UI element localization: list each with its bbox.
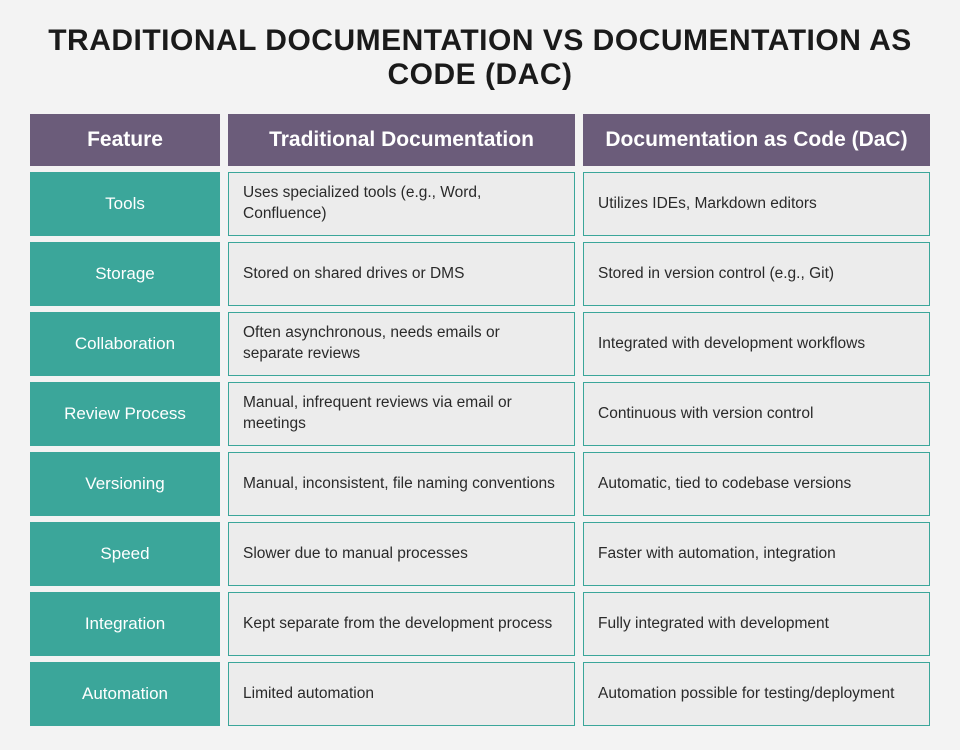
traditional-cell: Stored on shared drives or DMS xyxy=(228,242,575,306)
traditional-cell: Often asynchronous, needs emails or sepa… xyxy=(228,312,575,376)
dac-cell: Automation possible for testing/deployme… xyxy=(583,662,930,726)
feature-label: Automation xyxy=(30,662,220,726)
dac-cell: Automatic, tied to codebase versions xyxy=(583,452,930,516)
page-title: TRADITIONAL DOCUMENTATION VS DOCUMENTATI… xyxy=(30,24,930,92)
dac-cell: Stored in version control (e.g., Git) xyxy=(583,242,930,306)
feature-label: Storage xyxy=(30,242,220,306)
traditional-cell: Slower due to manual processes xyxy=(228,522,575,586)
dac-cell: Fully integrated with development xyxy=(583,592,930,656)
traditional-cell: Uses specialized tools (e.g., Word, Conf… xyxy=(228,172,575,236)
feature-label: Versioning xyxy=(30,452,220,516)
dac-cell: Integrated with development workflows xyxy=(583,312,930,376)
feature-label: Speed xyxy=(30,522,220,586)
feature-label: Review Process xyxy=(30,382,220,446)
traditional-cell: Limited automation xyxy=(228,662,575,726)
feature-label: Integration xyxy=(30,592,220,656)
dac-cell: Continuous with version control xyxy=(583,382,930,446)
traditional-cell: Manual, inconsistent, file naming conven… xyxy=(228,452,575,516)
dac-cell: Faster with automation, integration xyxy=(583,522,930,586)
traditional-cell: Manual, infrequent reviews via email or … xyxy=(228,382,575,446)
header-dac: Documentation as Code (DaC) xyxy=(583,114,930,166)
header-feature: Feature xyxy=(30,114,220,166)
traditional-cell: Kept separate from the development proce… xyxy=(228,592,575,656)
comparison-table: Feature Traditional Documentation Docume… xyxy=(30,114,930,726)
feature-label: Tools xyxy=(30,172,220,236)
feature-label: Collaboration xyxy=(30,312,220,376)
header-traditional: Traditional Documentation xyxy=(228,114,575,166)
dac-cell: Utilizes IDEs, Markdown editors xyxy=(583,172,930,236)
